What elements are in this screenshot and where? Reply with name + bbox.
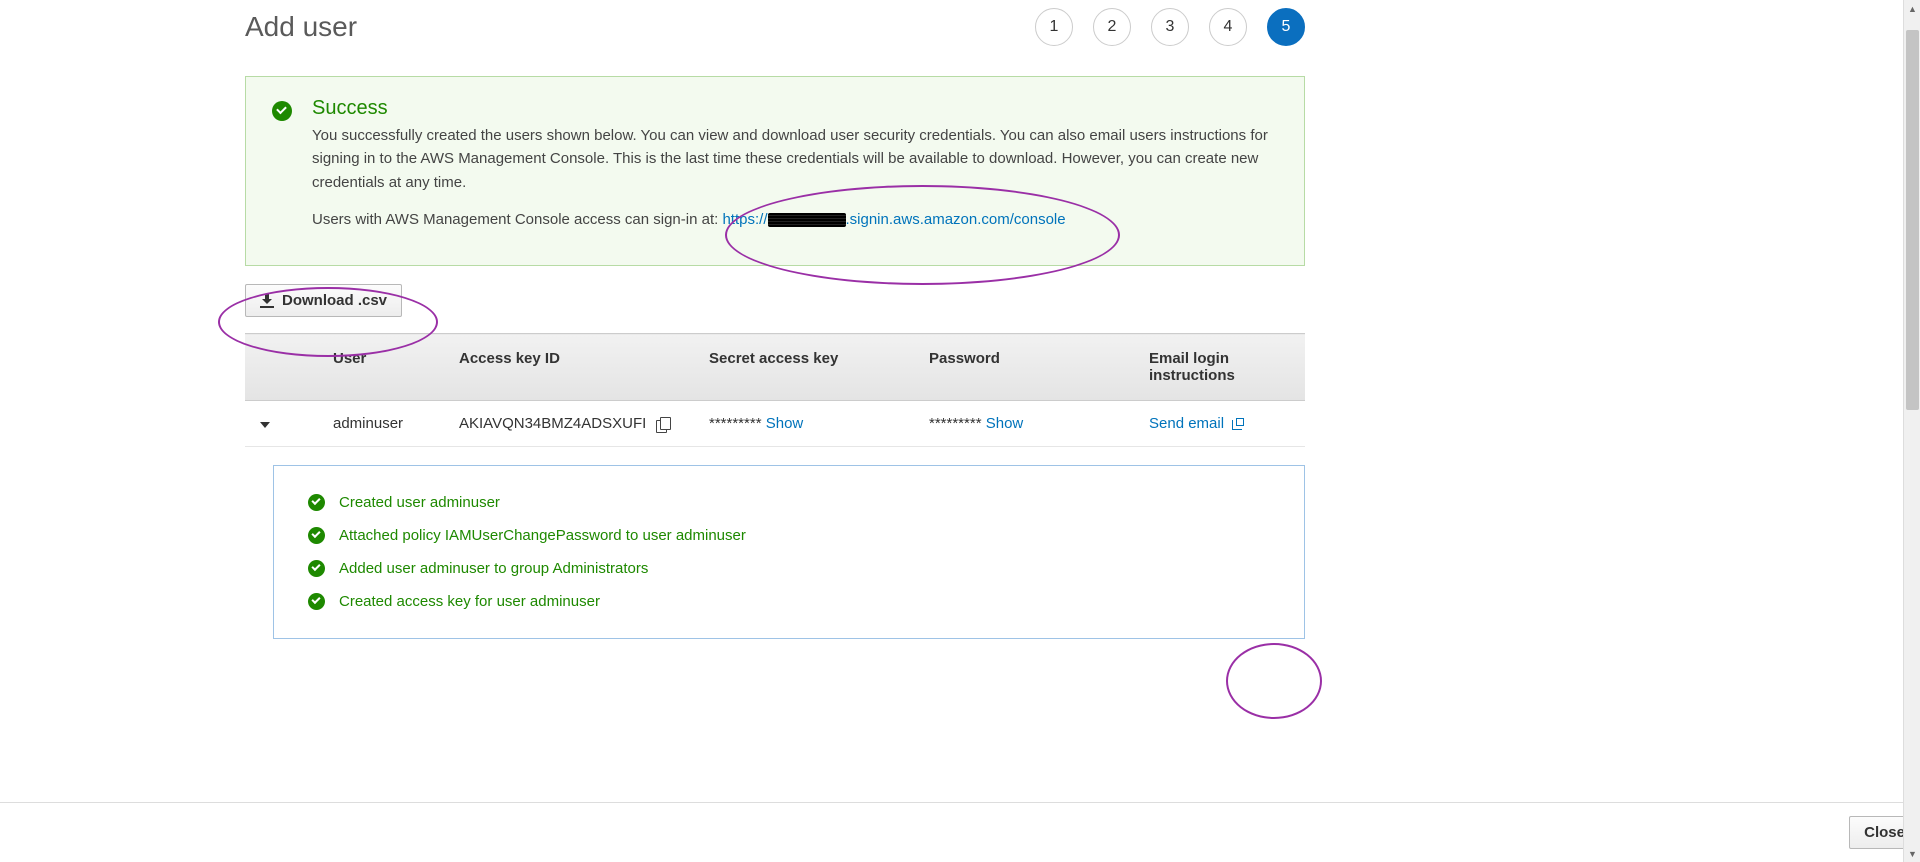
detail-check-icon: [308, 494, 325, 511]
expand-row-icon[interactable]: [260, 422, 270, 428]
download-icon: [260, 294, 274, 308]
col-access-key: Access key ID: [447, 334, 697, 401]
col-user: User: [321, 334, 447, 401]
page-title: Add user: [245, 11, 357, 43]
detail-item: Created user adminuser: [308, 494, 1270, 511]
secret-mask: *********: [709, 415, 762, 432]
step-2[interactable]: 2: [1093, 8, 1131, 46]
show-secret-link[interactable]: Show: [766, 415, 804, 432]
cell-username: adminuser: [321, 401, 447, 447]
detail-item: Created access key for user adminuser: [308, 593, 1270, 610]
step-3[interactable]: 3: [1151, 8, 1189, 46]
detail-check-icon: [308, 527, 325, 544]
redacted-account-id: [768, 213, 846, 227]
signin-link[interactable]: https:// .signin.aws.amazon.com/console: [722, 211, 1065, 228]
detail-text: Created access key for user adminuser: [339, 593, 600, 610]
detail-item: Added user adminuser to group Administra…: [308, 560, 1270, 577]
annotation-ellipse-close: [1226, 643, 1322, 719]
cell-access-key-id: AKIAVQN34BMZ4ADSXUFI: [459, 415, 646, 432]
detail-item: Attached policy IAMUserChangePassword to…: [308, 527, 1270, 544]
detail-text: Created user adminuser: [339, 494, 500, 511]
detail-text: Added user adminuser to group Administra…: [339, 560, 648, 577]
send-email-link[interactable]: Send email: [1149, 415, 1244, 432]
detail-check-icon: [308, 560, 325, 577]
show-password-link[interactable]: Show: [986, 415, 1024, 432]
detail-text: Attached policy IAMUserChangePassword to…: [339, 527, 746, 544]
footer-bar: Close: [0, 802, 1536, 862]
col-secret: Secret access key: [697, 334, 917, 401]
external-link-icon: [1232, 418, 1244, 430]
success-title: Success: [312, 97, 1278, 120]
signin-link-pre: https://: [722, 211, 767, 228]
table-row: adminuser AKIAVQN34BMZ4ADSXUFI *********…: [245, 401, 1305, 447]
copy-access-key-icon[interactable]: [656, 417, 671, 432]
detail-check-icon: [308, 593, 325, 610]
step-5[interactable]: 5: [1267, 8, 1305, 46]
success-check-icon: [272, 101, 292, 121]
signin-link-post: .signin.aws.amazon.com/console: [846, 211, 1066, 228]
user-credentials-table: User Access key ID Secret access key Pas…: [245, 333, 1305, 447]
download-csv-button[interactable]: Download .csv: [245, 284, 402, 317]
send-email-label: Send email: [1149, 415, 1224, 432]
signin-info: Users with AWS Management Console access…: [312, 208, 1278, 231]
step-4[interactable]: 4: [1209, 8, 1247, 46]
download-csv-label: Download .csv: [282, 292, 387, 309]
step-1[interactable]: 1: [1035, 8, 1073, 46]
col-password: Password: [917, 334, 1137, 401]
success-alert: Success You successfully created the use…: [245, 76, 1305, 266]
user-details-pane: Created user adminuser Attached policy I…: [273, 465, 1305, 639]
col-email: Email login instructions: [1137, 334, 1305, 401]
wizard-steps: 1 2 3 4 5: [1035, 8, 1305, 46]
signin-prefix: Users with AWS Management Console access…: [312, 211, 722, 228]
password-mask: *********: [929, 415, 982, 432]
success-message: You successfully created the users shown…: [312, 124, 1278, 194]
